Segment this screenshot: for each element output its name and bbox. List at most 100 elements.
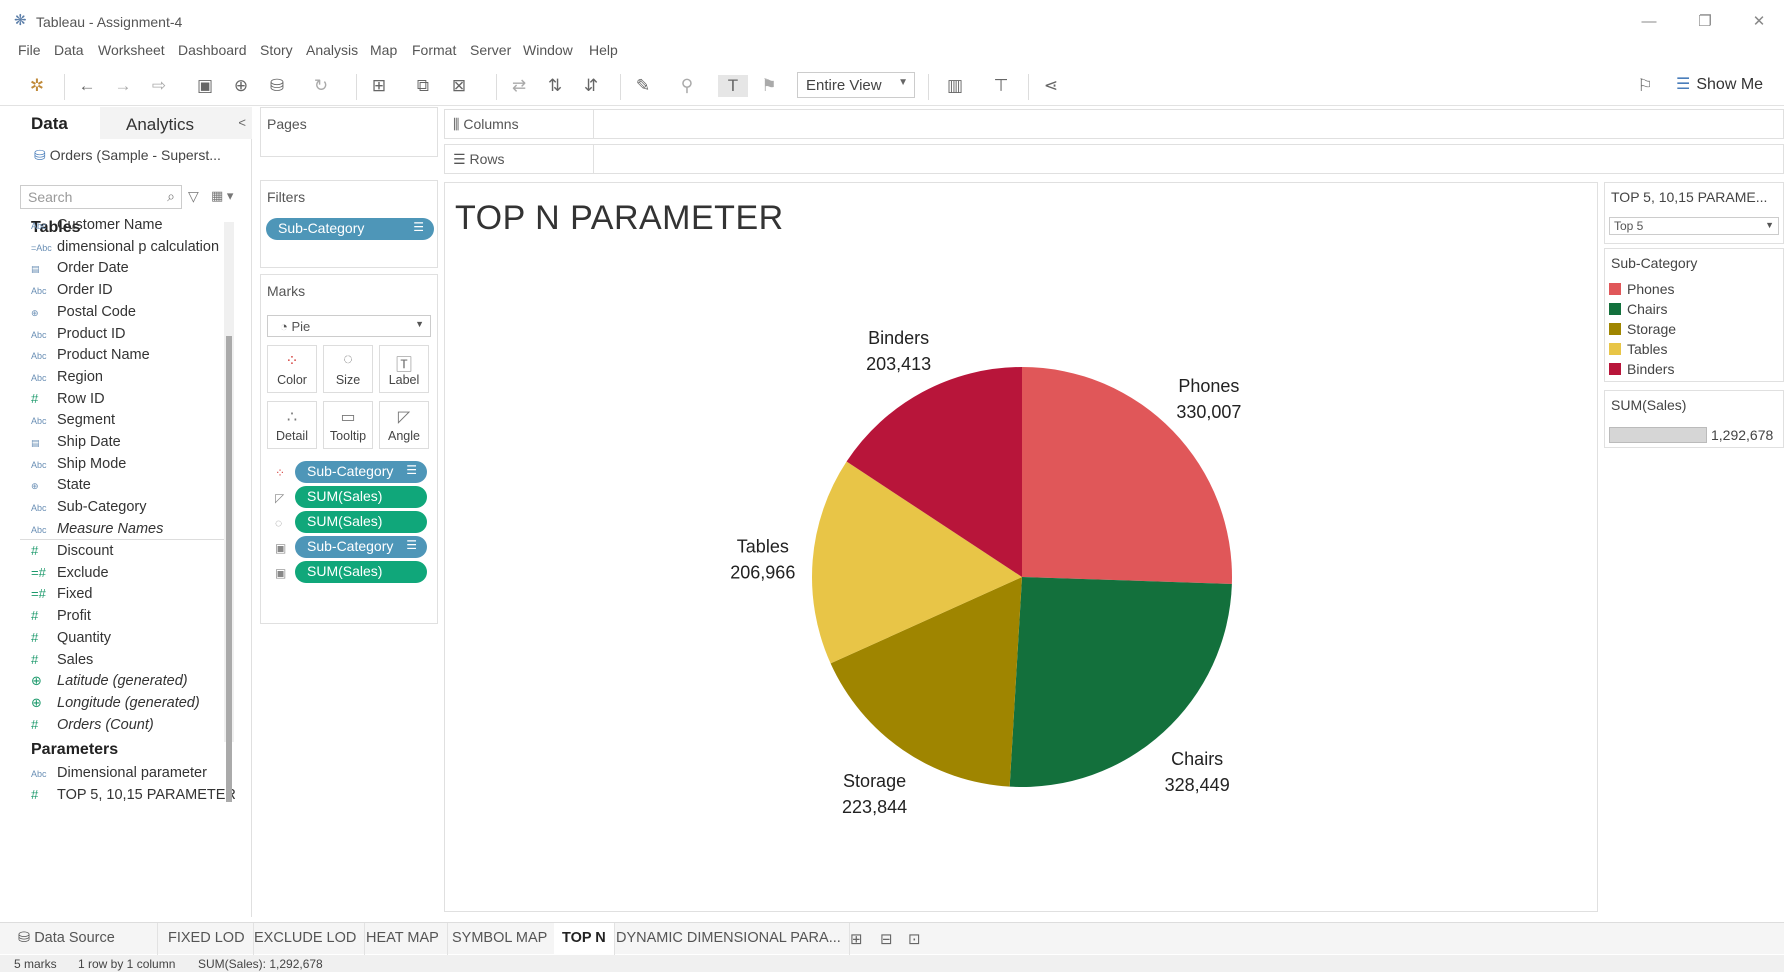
tooltip-button[interactable]: ▭ Tooltip xyxy=(323,401,373,449)
view-options-icon[interactable]: ▦ ▾ xyxy=(211,188,233,204)
refresh-icon[interactable]: ↻ xyxy=(310,75,332,97)
legend-item[interactable]: Phones xyxy=(1609,281,1674,299)
replay-icon[interactable]: ⇨ xyxy=(148,75,170,97)
color-button[interactable]: ⁘ Color xyxy=(267,345,317,393)
new-story-icon[interactable]: ⊡ xyxy=(908,930,921,948)
menu-help[interactable]: Help xyxy=(589,42,618,58)
menu-map[interactable]: Map xyxy=(370,42,397,58)
new-worksheet-icon[interactable]: ⊞ xyxy=(368,75,390,97)
columns-drop-zone[interactable] xyxy=(593,110,1783,138)
menu-story[interactable]: Story xyxy=(260,42,293,58)
dimension-field[interactable]: Abc Product ID xyxy=(31,326,241,346)
parameter-field[interactable]: Abc Dimensional parameter xyxy=(31,765,241,785)
legend-item[interactable]: Storage xyxy=(1609,321,1676,339)
new-dashboard-icon[interactable]: ⊟ xyxy=(880,930,893,948)
marks-pill[interactable]: SUM(Sales) xyxy=(295,561,427,583)
data-pane-scroll-thumb[interactable] xyxy=(226,336,232,802)
pie-chart[interactable]: Phones 330,007 Chairs 328,449 Storage 223,844… xyxy=(445,183,1599,913)
pie-slice-phones[interactable] xyxy=(1022,367,1232,584)
minimize-icon[interactable]: — xyxy=(1626,10,1672,34)
sort-ascending-icon[interactable]: ⇅ xyxy=(544,75,566,97)
tab-dynamic-dimensional-parameter[interactable]: DYNAMIC DIMENSIONAL PARA... xyxy=(608,923,850,955)
clear-sheet-icon[interactable]: ⊠ xyxy=(448,75,470,97)
share-icon[interactable]: ⋖ xyxy=(1040,75,1062,97)
detail-button[interactable]: ∴ Detail xyxy=(267,401,317,449)
marks-pill[interactable]: SUM(Sales) xyxy=(295,486,427,508)
menu-file[interactable]: File xyxy=(18,42,41,58)
pages-shelf[interactable]: Pages xyxy=(260,107,438,157)
parameter-field[interactable]: # TOP 5, 10,15 PARAMETER xyxy=(31,787,241,807)
legend-item[interactable]: Chairs xyxy=(1609,301,1667,319)
menu-worksheet[interactable]: Worksheet xyxy=(98,42,165,58)
dimension-field[interactable]: Abc Product Name xyxy=(31,347,241,367)
dimension-field[interactable]: Abc Order ID xyxy=(31,282,241,302)
legend-item[interactable]: Tables xyxy=(1609,341,1667,359)
dimension-field[interactable]: ⊕ Postal Code xyxy=(31,304,241,324)
dimension-field[interactable]: ▤ Ship Date xyxy=(31,434,241,454)
tableau-home-icon[interactable]: ✲ xyxy=(26,75,48,97)
menu-analysis[interactable]: Analysis xyxy=(306,42,358,58)
measure-field[interactable]: # Orders (Count) xyxy=(31,717,241,737)
dimension-field[interactable]: Abc Ship Mode xyxy=(31,456,241,476)
legend-item[interactable]: Binders xyxy=(1609,361,1674,379)
save-icon[interactable]: ▣ xyxy=(194,75,216,97)
redo-icon[interactable]: → xyxy=(112,75,134,97)
viz-canvas[interactable]: TOP N PARAMETER Phones 330,007 Chairs 328,4… xyxy=(444,182,1598,912)
new-worksheet-icon[interactable]: ⊞ xyxy=(850,930,863,948)
dimension-field[interactable]: Abc Customer Name xyxy=(31,217,241,237)
tab-data-source[interactable]: ⛁ Data Source xyxy=(10,923,158,955)
measure-field[interactable]: # Discount xyxy=(31,543,241,563)
dimension-field[interactable]: Abc Measure Names xyxy=(31,521,241,541)
close-icon[interactable]: ✕ xyxy=(1736,10,1782,34)
dimension-field[interactable]: ▤ Order Date xyxy=(31,260,241,280)
dimension-field[interactable]: # Row ID xyxy=(31,391,241,411)
dimension-field[interactable]: Abc Sub-Category xyxy=(31,499,241,519)
restore-icon[interactable]: ❐ xyxy=(1682,10,1728,34)
show-me-button[interactable]: ☰ Show Me xyxy=(1676,74,1763,94)
dimension-field[interactable]: ⊕ State xyxy=(31,477,241,497)
menu-data[interactable]: Data xyxy=(54,42,84,58)
collapse-pane-icon[interactable]: < xyxy=(238,115,246,130)
new-datasource-icon[interactable]: ⊕ xyxy=(230,75,252,97)
menu-window[interactable]: Window xyxy=(523,42,573,58)
sort-descending-icon[interactable]: ⇵ xyxy=(580,75,602,97)
menu-format[interactable]: Format xyxy=(412,42,456,58)
tab-top-n[interactable]: TOP N xyxy=(554,923,615,955)
dimension-field[interactable]: Abc Segment xyxy=(31,412,241,432)
marks-pill[interactable]: Sub-Category ☰ xyxy=(295,461,427,483)
tab-heat-map[interactable]: HEAT MAP xyxy=(358,923,448,955)
tab-fixed-lod[interactable]: FIXED LOD xyxy=(160,923,254,955)
measure-field[interactable]: =# Exclude xyxy=(31,565,241,585)
size-button[interactable]: ◌ Size xyxy=(323,345,373,393)
measure-field[interactable]: ⊕ Longitude (generated) xyxy=(31,695,241,715)
duplicate-sheet-icon[interactable]: ⧉ xyxy=(412,75,434,97)
measure-field[interactable]: =# Fixed xyxy=(31,586,241,606)
tab-symbol-map[interactable]: SYMBOL MAP xyxy=(444,923,557,955)
dimension-field[interactable]: Abc Region xyxy=(31,369,241,389)
parameter-select[interactable]: Top 5 ▼ xyxy=(1609,217,1779,235)
presentation-mode-icon[interactable]: ⊤ xyxy=(990,75,1012,97)
rows-drop-zone[interactable] xyxy=(593,145,1783,173)
label-button[interactable]: 🅃 Label xyxy=(379,345,429,393)
show-cards-icon[interactable]: ▥ xyxy=(944,75,966,97)
filters-shelf[interactable]: Filters Sub-Category ☰ xyxy=(260,180,438,268)
marks-pill[interactable]: Sub-Category ☰ xyxy=(295,536,427,558)
pause-updates-icon[interactable]: ⛁ xyxy=(266,75,288,97)
highlight-icon[interactable]: ✎ xyxy=(632,75,654,97)
show-mark-labels-icon[interactable]: T xyxy=(718,75,748,97)
group-members-icon[interactable]: ⚲ xyxy=(676,75,698,97)
angle-button[interactable]: ◸ Angle xyxy=(379,401,429,449)
fit-select[interactable]: Entire View ▼ xyxy=(797,72,915,98)
mark-type-select[interactable]: ◔ Pie ▼ xyxy=(267,315,431,337)
marks-pill[interactable]: SUM(Sales) xyxy=(295,511,427,533)
measure-field[interactable]: ⊕ Latitude (generated) xyxy=(31,673,241,693)
fix-axes-icon[interactable]: ⚑ xyxy=(758,75,780,97)
undo-icon[interactable]: ← xyxy=(76,75,98,97)
menu-dashboard[interactable]: Dashboard xyxy=(178,42,247,58)
menu-server[interactable]: Server xyxy=(470,42,511,58)
measure-field[interactable]: # Quantity xyxy=(31,630,241,650)
measure-field[interactable]: # Profit xyxy=(31,608,241,628)
filter-pill-sub-category[interactable]: Sub-Category ☰ xyxy=(266,218,434,240)
paint-format-icon[interactable]: ⚐ xyxy=(1634,75,1656,97)
search-input[interactable]: Search ⌕ xyxy=(20,185,182,209)
